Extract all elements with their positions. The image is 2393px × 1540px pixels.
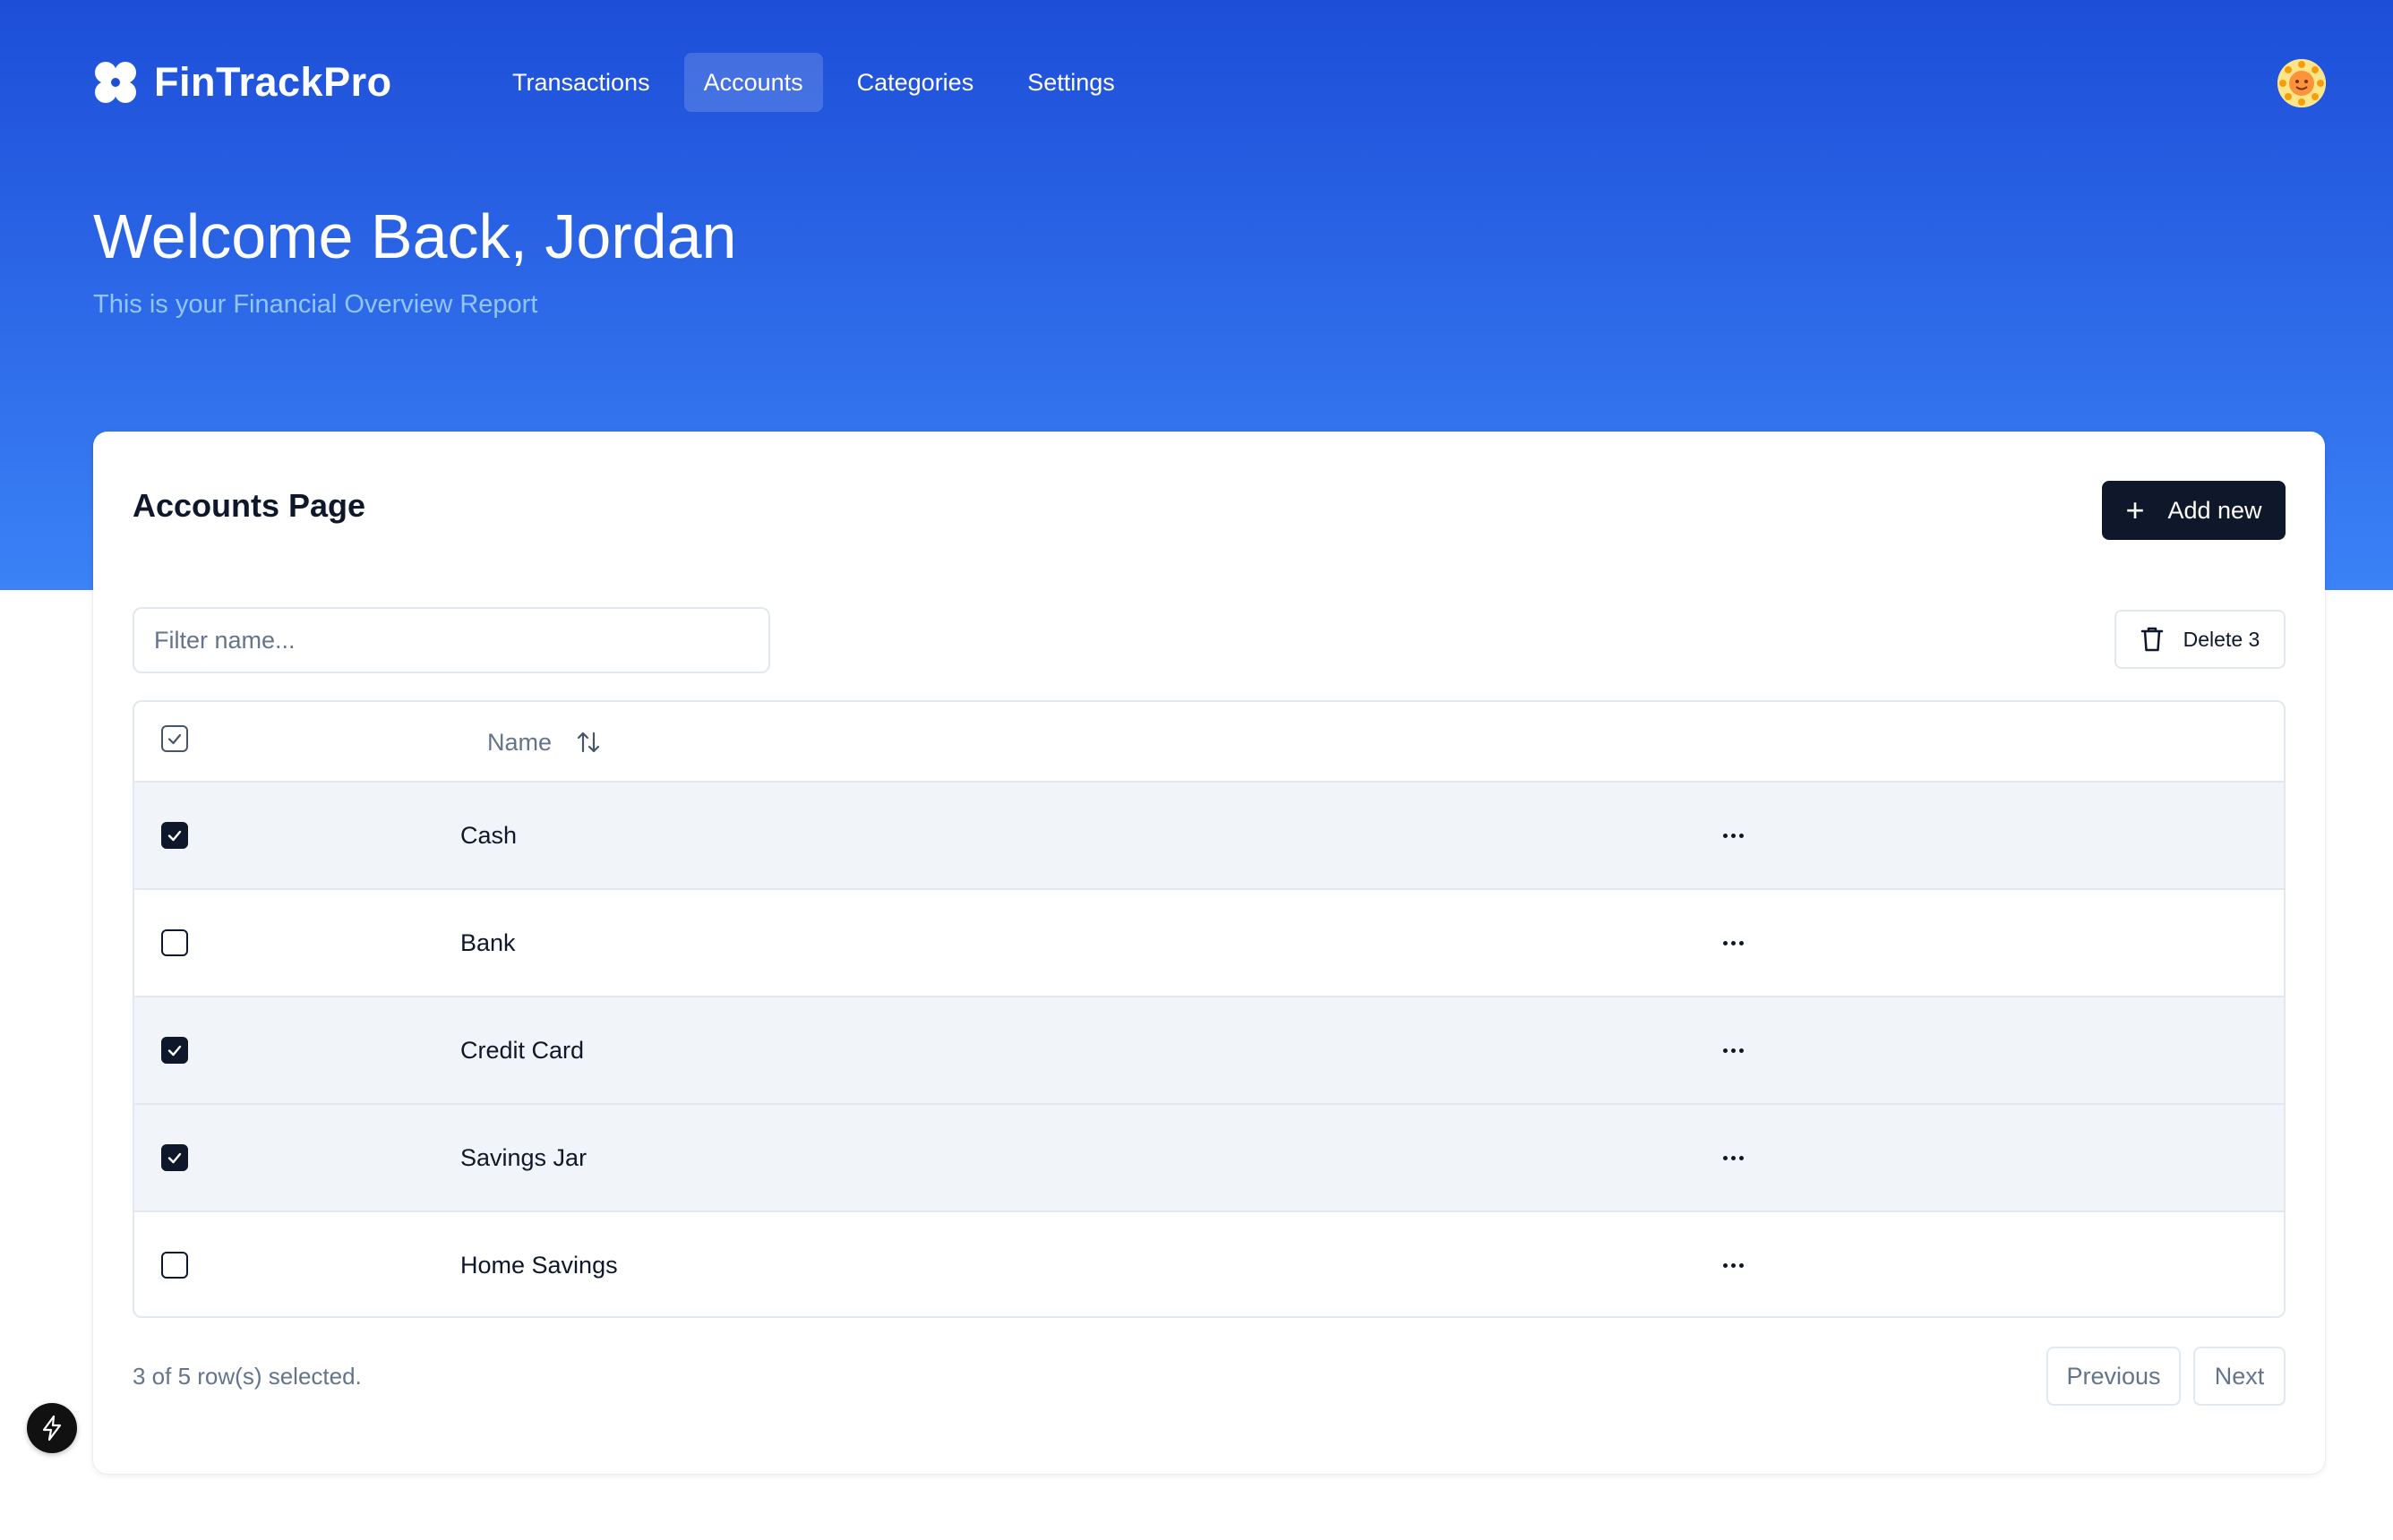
account-name: Home Savings	[460, 1252, 618, 1279]
nav-item-accounts[interactable]: Accounts	[683, 53, 823, 112]
welcome-subtitle: This is your Financial Overview Report	[93, 290, 538, 319]
table-row[interactable]: Savings Jar	[134, 1105, 2284, 1212]
row-checkbox[interactable]	[161, 1252, 188, 1279]
trash-icon	[2140, 627, 2163, 652]
table-row[interactable]: Bank	[134, 890, 2284, 997]
check-icon	[167, 733, 182, 745]
row-actions-button[interactable]	[1711, 1135, 1755, 1180]
avatar[interactable]	[2277, 59, 2326, 107]
delete-label: Delete 3	[2183, 627, 2260, 651]
add-new-label: Add new	[2167, 496, 2262, 524]
main-nav: Transactions Accounts Categories Setting…	[493, 53, 1135, 112]
avatar-icon	[2277, 59, 2326, 107]
check-icon	[167, 1152, 182, 1164]
previous-page-button[interactable]: Previous	[2046, 1347, 2181, 1406]
row-actions-button[interactable]	[1711, 1243, 1755, 1288]
row-checkbox[interactable]	[161, 1037, 188, 1064]
table-row[interactable]: Cash	[134, 783, 2284, 890]
row-actions-button[interactable]	[1711, 813, 1755, 858]
next-page-button[interactable]: Next	[2193, 1347, 2286, 1406]
delete-selected-button[interactable]: Delete 3	[2114, 610, 2286, 669]
welcome-heading: Welcome Back, Jordan	[93, 201, 737, 271]
row-checkbox[interactable]	[161, 1144, 188, 1171]
clover-icon	[95, 62, 136, 103]
brand[interactable]: FinTrackPro	[93, 56, 392, 109]
sort-icon	[577, 732, 600, 753]
filter-name-input[interactable]	[133, 607, 770, 673]
check-icon	[167, 830, 182, 842]
name-column-label: Name	[487, 728, 553, 756]
app-name: FinTrackPro	[154, 59, 392, 105]
account-name: Savings Jar	[460, 1144, 588, 1171]
check-icon	[167, 1045, 182, 1057]
row-checkbox[interactable]	[161, 822, 188, 849]
row-actions-button[interactable]	[1711, 1028, 1755, 1073]
dev-tools-button[interactable]	[27, 1403, 77, 1453]
table-header: Name	[134, 702, 2284, 783]
name-column-header[interactable]: Name	[487, 702, 602, 783]
row-checkbox[interactable]	[161, 929, 188, 956]
account-name: Cash	[460, 822, 518, 849]
plus-icon: +	[2125, 492, 2145, 528]
select-all-checkbox[interactable]	[161, 725, 188, 752]
add-new-button[interactable]: + Add new	[2102, 481, 2286, 540]
page-title: Accounts Page	[133, 487, 366, 524]
nav-item-settings[interactable]: Settings	[1008, 53, 1135, 112]
account-name: Bank	[460, 929, 516, 956]
account-name: Credit Card	[460, 1037, 585, 1064]
nav-item-transactions[interactable]: Transactions	[493, 53, 670, 112]
lightning-icon	[42, 1415, 62, 1442]
accounts-card: Accounts Page + Add new Delete 3 Name	[93, 432, 2325, 1474]
row-actions-button[interactable]	[1711, 920, 1755, 965]
accounts-table: Name Cash Bank Credit Card Savings Jar H…	[133, 700, 2286, 1318]
selection-status: 3 of 5 row(s) selected.	[133, 1363, 362, 1390]
table-row[interactable]: Home Savings	[134, 1212, 2284, 1316]
table-row[interactable]: Credit Card	[134, 997, 2284, 1105]
nav-item-categories[interactable]: Categories	[837, 53, 994, 112]
